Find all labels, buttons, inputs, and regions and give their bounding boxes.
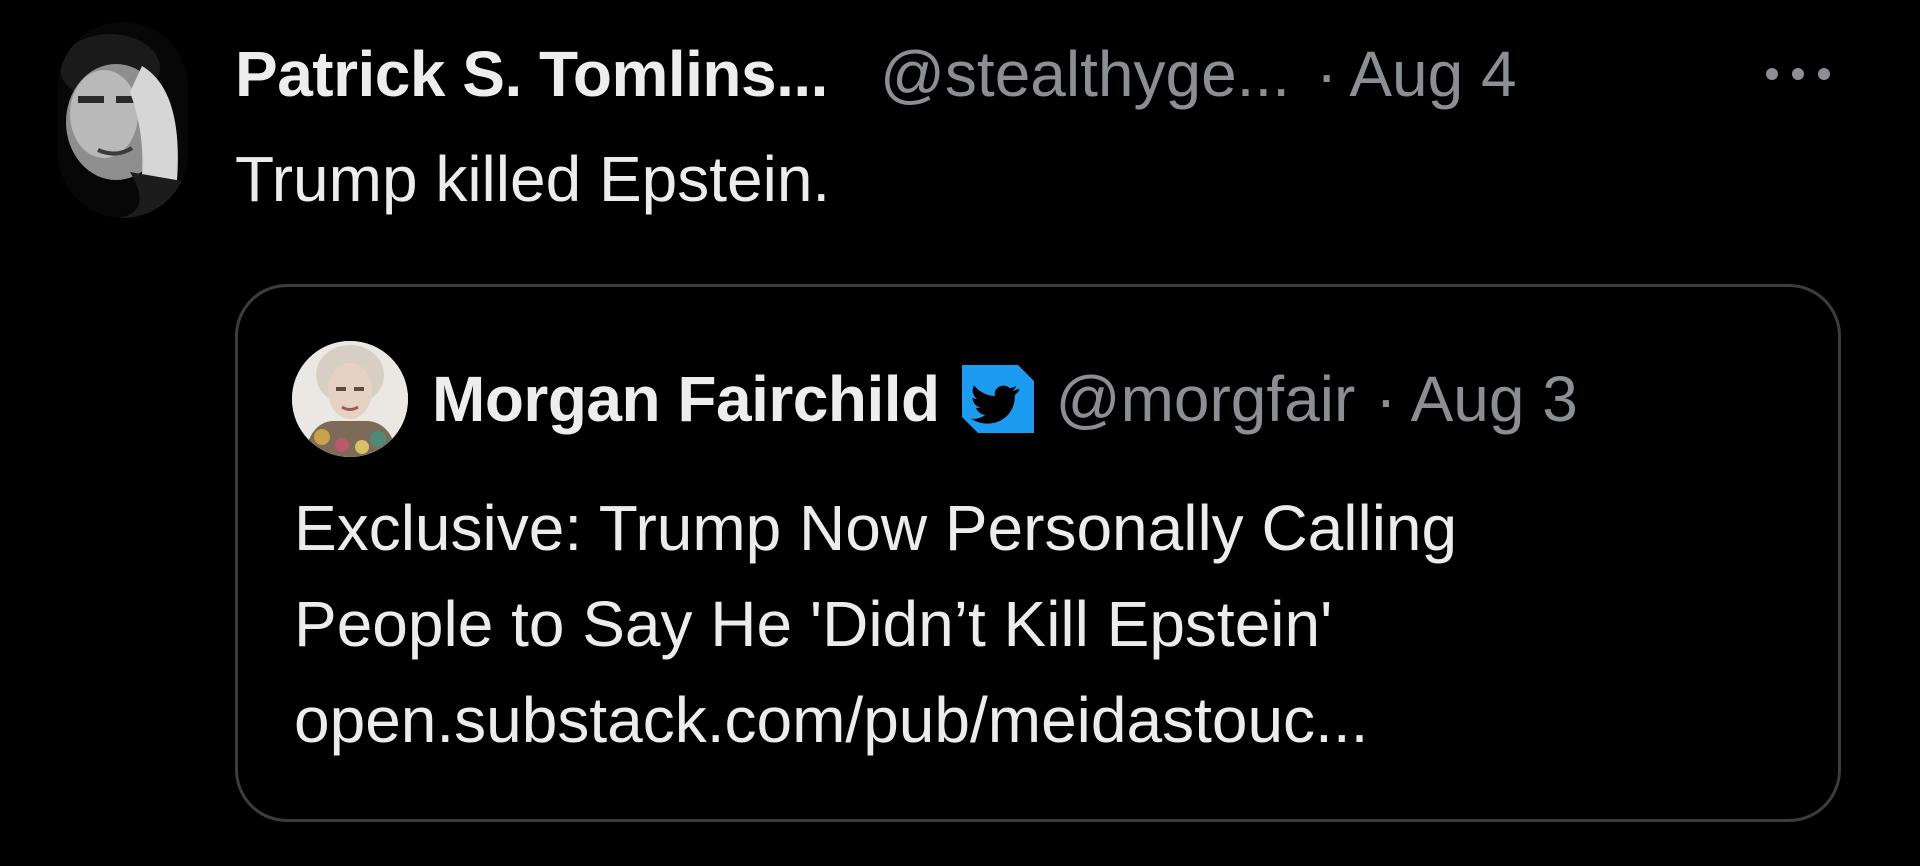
quote-separator: ·: [1375, 363, 1397, 435]
quote-timestamp[interactable]: Aug 3: [1411, 362, 1578, 436]
header-separator: ·: [1316, 38, 1338, 110]
author-avatar[interactable]: [58, 22, 188, 218]
quote-link[interactable]: open.substack.com/pub/meidastouc...: [294, 672, 1457, 768]
more-options-button[interactable]: [1758, 54, 1838, 94]
author-handle[interactable]: @stealthyge...: [880, 37, 1290, 111]
quote-author-handle[interactable]: @morgfair: [1056, 362, 1356, 436]
quote-text: Exclusive: Trump Now Personally Calling …: [294, 480, 1457, 768]
quote-header: Morgan Fairchild @morgfair · Aug 3: [432, 360, 1578, 438]
post-timestamp[interactable]: Aug 4: [1349, 37, 1516, 111]
post-text: Trump killed Epstein.: [235, 143, 831, 215]
verified-bird-badge-icon: [958, 361, 1038, 437]
more-horizontal-icon: [1766, 68, 1830, 80]
tweet: Patrick S. Tomlins... @stealthyge... · A…: [0, 0, 1920, 866]
quote-author-name[interactable]: Morgan Fairchild: [432, 362, 940, 436]
post-header: Patrick S. Tomlins... @stealthyge... · A…: [235, 38, 1517, 110]
quote-text-line: Exclusive: Trump Now Personally Calling: [294, 492, 1458, 564]
quote-text-line: People to Say He 'Didn’t Kill Epstein': [294, 588, 1333, 660]
author-name[interactable]: Patrick S. Tomlins...: [235, 37, 828, 111]
quote-author-avatar[interactable]: [292, 341, 408, 457]
